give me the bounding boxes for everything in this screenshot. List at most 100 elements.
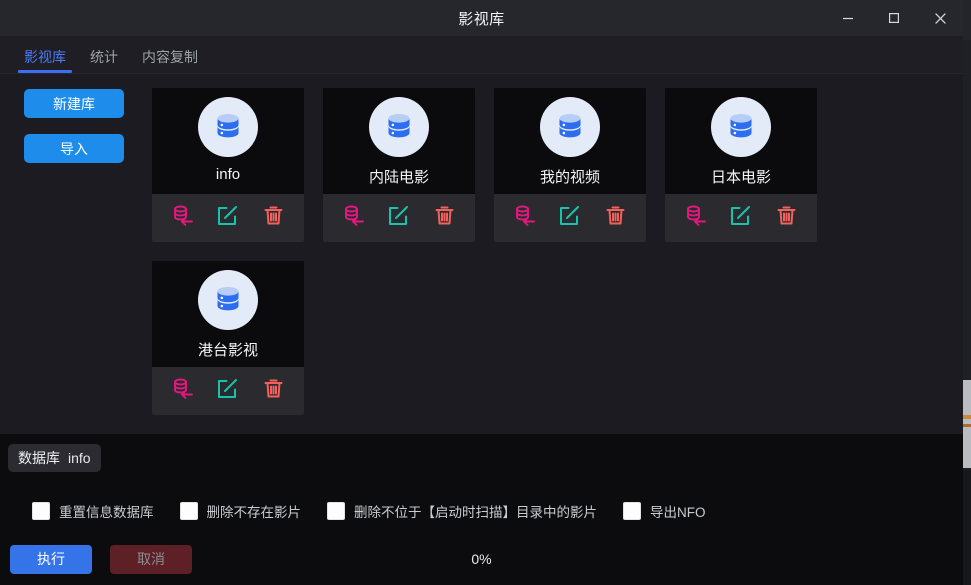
maximize-button[interactable] [871, 0, 917, 36]
database-import-icon [683, 203, 709, 234]
footer-row: 执行 取消 0% [0, 533, 963, 585]
new-library-button[interactable]: 新建库 [24, 89, 124, 118]
database-chip-value: info [68, 450, 91, 466]
edit-icon [557, 203, 582, 233]
option-delete-films-outside-scan-dirs[interactable]: 删除不位于【启动时扫描】目录中的影片 [327, 501, 597, 521]
library-card-header: 内陆电影 [323, 88, 475, 194]
option-reset-info-database[interactable]: 重置信息数据库 [32, 501, 154, 521]
library-card-header: 日本电影 [665, 88, 817, 194]
edit-icon [386, 203, 411, 233]
delete-button[interactable] [428, 202, 460, 234]
maximize-icon [888, 12, 900, 24]
sidebar: 新建库 导入 [0, 74, 150, 434]
option-label: 重置信息数据库 [59, 504, 154, 520]
database-import-button[interactable] [167, 202, 199, 234]
database-import-button[interactable] [167, 375, 199, 407]
library-card-header: 我的视频 [494, 88, 646, 194]
library-grid-scroll[interactable]: info 内陆电影 我的视频 日本电影 港台影视 [150, 74, 963, 434]
trash-icon [603, 203, 628, 233]
database-icon [711, 97, 771, 157]
database-chip-row: 数据库 info [0, 434, 963, 476]
delete-button[interactable] [257, 202, 289, 234]
database-import-icon [341, 203, 367, 234]
close-icon [934, 12, 947, 25]
execute-button[interactable]: 执行 [10, 544, 92, 574]
library-card-header: 港台影视 [152, 261, 304, 367]
minimize-icon [842, 12, 854, 24]
database-icon [540, 97, 600, 157]
database-import-icon [170, 203, 196, 234]
edit-button[interactable] [383, 202, 415, 234]
close-button[interactable] [917, 0, 963, 36]
application-window: 影视库 影视库 统计 内容复制 新建库 导入 info 内陆电影 我的视频 日本… [0, 0, 971, 585]
option-export-nfo[interactable]: 导出NFO [623, 501, 706, 521]
minimize-button[interactable] [825, 0, 871, 36]
trash-icon [261, 203, 286, 233]
library-card-actions [494, 194, 646, 242]
database-import-button[interactable] [509, 202, 541, 234]
edit-icon [728, 203, 753, 233]
library-name: 内陆电影 [368, 169, 429, 186]
window-controls [825, 0, 963, 36]
import-button[interactable]: 导入 [24, 134, 124, 163]
library-name: 日本电影 [710, 169, 771, 186]
tab-content-copy[interactable]: 内容复制 [130, 50, 210, 73]
edit-button[interactable] [212, 375, 244, 407]
tab-media-library[interactable]: 影视库 [12, 50, 78, 73]
tab-label: 统计 [90, 49, 118, 65]
main-window: 影视库 影视库 统计 内容复制 新建库 导入 info 内陆电影 我的视频 日本… [0, 0, 963, 585]
bottom-panel: 数据库 info 重置信息数据库 删除不存在影片 删除不位于【启动时扫描】目录中… [0, 434, 963, 585]
database-import-icon [512, 203, 538, 234]
tab-label: 影视库 [24, 49, 66, 65]
library-card-actions [152, 194, 304, 242]
options-row: 重置信息数据库 删除不存在影片 删除不位于【启动时扫描】目录中的影片 导出NFO [0, 476, 963, 533]
content-area: 新建库 导入 info 内陆电影 我的视频 日本电影 港台影视 [0, 74, 963, 434]
tab-label: 内容复制 [142, 49, 198, 65]
trash-icon [432, 203, 457, 233]
database-icon [369, 97, 429, 157]
edit-icon [215, 203, 240, 233]
library-card[interactable]: 我的视频 [494, 88, 646, 242]
edit-button[interactable] [725, 202, 757, 234]
library-name: 我的视频 [539, 169, 600, 186]
selected-database-chip: 数据库 info [8, 444, 101, 472]
library-card-header: info [152, 88, 304, 194]
library-card[interactable]: 日本电影 [665, 88, 817, 242]
edit-button[interactable] [554, 202, 586, 234]
tab-bar: 影视库 统计 内容复制 [0, 36, 963, 74]
edit-button[interactable] [212, 202, 244, 234]
edit-icon [215, 376, 240, 406]
database-icon [198, 97, 258, 157]
tab-statistics[interactable]: 统计 [78, 50, 130, 73]
checkbox[interactable] [179, 501, 198, 520]
library-card-actions [323, 194, 475, 242]
option-delete-missing-films[interactable]: 删除不存在影片 [179, 501, 302, 521]
database-import-icon [170, 376, 196, 407]
database-chip-label: 数据库 [18, 450, 60, 466]
checkbox[interactable] [32, 501, 50, 520]
trash-icon [261, 376, 286, 406]
library-name: info [215, 166, 241, 183]
delete-button[interactable] [257, 375, 289, 407]
library-card-actions [665, 194, 817, 242]
background-window-sliver [963, 0, 971, 585]
library-card-actions [152, 367, 304, 415]
delete-button[interactable] [770, 202, 802, 234]
trash-icon [774, 203, 799, 233]
database-import-button[interactable] [338, 202, 370, 234]
library-name: 港台影视 [197, 342, 258, 359]
title-bar[interactable]: 影视库 [0, 0, 963, 36]
checkbox[interactable] [327, 501, 345, 520]
checkbox[interactable] [623, 501, 641, 520]
library-grid: info 内陆电影 我的视频 日本电影 港台影视 [152, 88, 953, 415]
database-import-button[interactable] [680, 202, 712, 234]
delete-button[interactable] [599, 202, 631, 234]
option-label: 导出NFO [650, 504, 706, 520]
library-card[interactable]: info [152, 88, 304, 242]
window-title: 影视库 [458, 10, 505, 28]
option-label: 删除不存在影片 [206, 504, 302, 520]
library-card[interactable]: 内陆电影 [323, 88, 475, 242]
library-card[interactable]: 港台影视 [152, 261, 304, 415]
cancel-button[interactable]: 取消 [110, 544, 192, 574]
option-label: 删除不位于【启动时扫描】目录中的影片 [354, 504, 597, 520]
